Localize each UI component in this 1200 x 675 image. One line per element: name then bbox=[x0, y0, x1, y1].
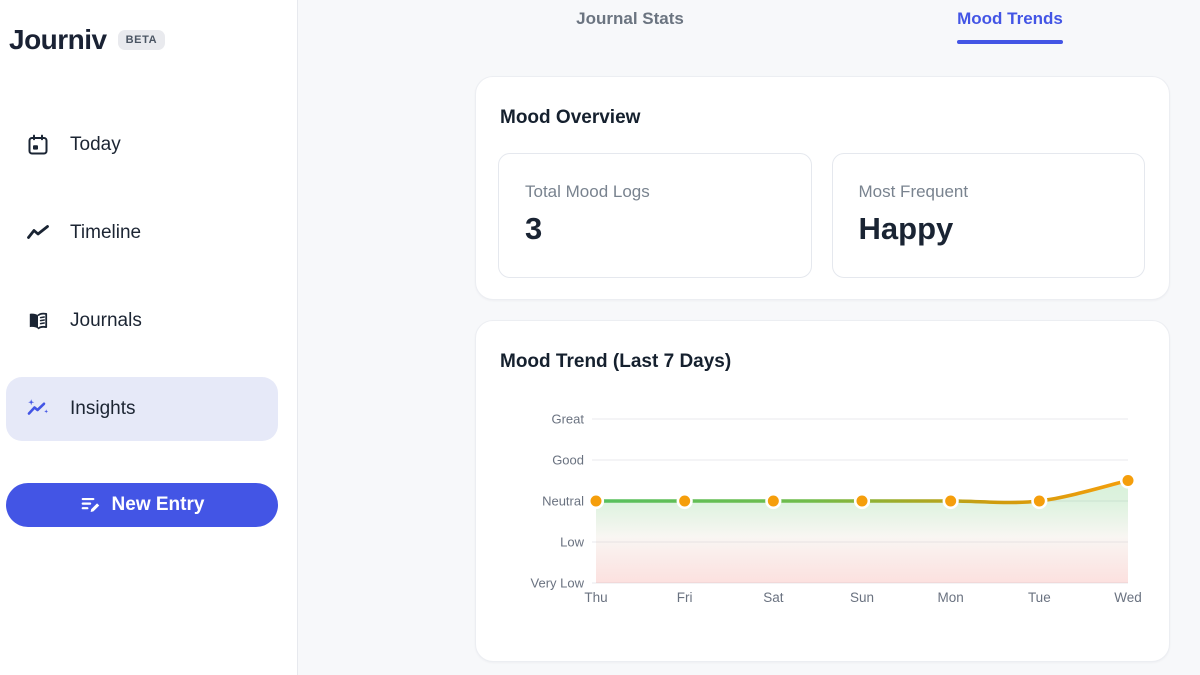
app-logo: Journiv bbox=[9, 24, 107, 56]
compose-icon bbox=[80, 494, 102, 516]
y-tick-label: Low bbox=[560, 535, 584, 550]
stat-label: Most Frequent bbox=[859, 182, 1145, 202]
tab-label: Mood Trends bbox=[957, 9, 1063, 29]
trend-point bbox=[767, 494, 781, 508]
sidebar-item-timeline[interactable]: Timeline bbox=[6, 201, 278, 265]
sidebar-item-label: Insights bbox=[70, 398, 135, 420]
tab-mood-trends[interactable]: Mood Trends bbox=[820, 0, 1200, 52]
trend-point bbox=[944, 494, 958, 508]
app-root: Journiv BETA Today Timeline bbox=[0, 0, 1200, 675]
calendar-icon bbox=[26, 133, 50, 157]
tab-bar: Journal Stats Mood Trends bbox=[440, 0, 1200, 52]
mood-trend-card: Mood Trend (Last 7 Days) Very LowLowNeut… bbox=[475, 320, 1170, 662]
mood-overview-title: Mood Overview bbox=[500, 107, 640, 129]
sidebar-item-today[interactable]: Today bbox=[6, 113, 278, 177]
trend-point bbox=[1121, 474, 1135, 488]
sidebar-item-label: Journals bbox=[70, 310, 142, 332]
x-tick-label: Thu bbox=[584, 590, 607, 605]
stat-label: Total Mood Logs bbox=[525, 182, 811, 202]
stat-most-frequent: Most Frequent Happy bbox=[832, 153, 1146, 278]
tab-journal-stats[interactable]: Journal Stats bbox=[440, 0, 820, 52]
stats-row: Total Mood Logs 3 Most Frequent Happy bbox=[498, 153, 1145, 278]
trend-point bbox=[589, 494, 603, 508]
sidebar-item-label: Timeline bbox=[70, 222, 141, 244]
new-entry-button[interactable]: New Entry bbox=[6, 483, 278, 527]
tab-active-underline bbox=[957, 40, 1063, 44]
new-entry-label: New Entry bbox=[112, 494, 205, 516]
y-tick-label: Good bbox=[552, 453, 584, 468]
sidebar-item-insights[interactable]: Insights bbox=[6, 377, 278, 441]
insights-sparkle-icon bbox=[26, 397, 50, 421]
y-tick-label: Great bbox=[551, 412, 584, 427]
x-tick-label: Sun bbox=[850, 590, 874, 605]
stat-value: Happy bbox=[859, 211, 1145, 247]
tab-label: Journal Stats bbox=[576, 9, 684, 29]
mood-trend-chart: Very Low Low Neutral Good Great Thu Fri Sat Sun M… bbox=[476, 321, 1171, 663]
sidebar-item-journals[interactable]: Journals bbox=[6, 289, 278, 353]
x-tick-label: Mon bbox=[938, 590, 964, 605]
x-tick-label: Wed bbox=[1114, 590, 1142, 605]
logo-row: Journiv BETA bbox=[9, 24, 165, 56]
stat-value: 3 bbox=[525, 211, 811, 247]
x-tick-label: Fri bbox=[677, 590, 693, 605]
y-tick-label: Very Low bbox=[531, 576, 585, 591]
x-tick-label: Tue bbox=[1028, 590, 1051, 605]
trend-point bbox=[1033, 494, 1047, 508]
sidebar: Journiv BETA Today Timeline bbox=[0, 0, 298, 675]
stat-total-mood-logs: Total Mood Logs 3 bbox=[498, 153, 812, 278]
sidebar-item-label: Today bbox=[70, 134, 121, 156]
mood-overview-card: Mood Overview Total Mood Logs 3 Most Fre… bbox=[475, 76, 1170, 300]
x-tick-label: Sat bbox=[763, 590, 784, 605]
main-content: Journal Stats Mood Trends Mood Overview … bbox=[298, 0, 1200, 675]
open-book-icon bbox=[26, 309, 50, 333]
trend-point bbox=[678, 494, 692, 508]
beta-badge: BETA bbox=[118, 30, 166, 50]
trend-point bbox=[855, 494, 869, 508]
trend-line-icon bbox=[26, 221, 50, 245]
y-tick-label: Neutral bbox=[542, 494, 584, 509]
